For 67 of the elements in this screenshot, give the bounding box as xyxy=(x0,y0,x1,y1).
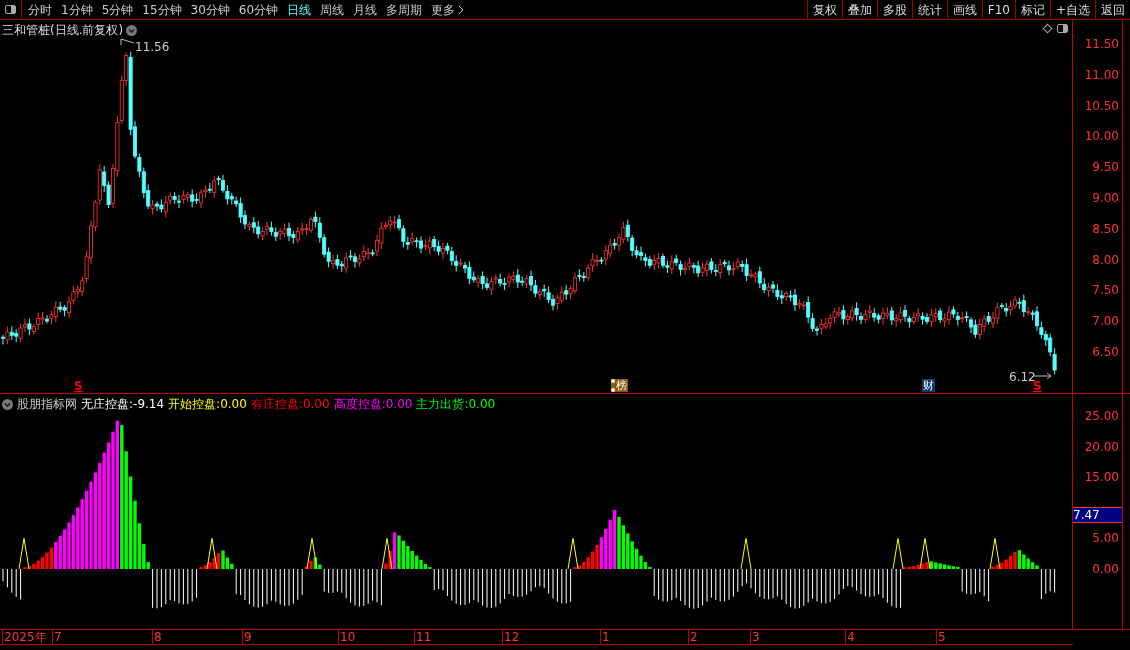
date-axis-label: 2 xyxy=(688,630,698,644)
toolbar-button[interactable]: F10 xyxy=(981,0,1015,19)
price-axis-label: 8.50 xyxy=(1092,222,1119,235)
price-axis-label: 11.00 xyxy=(1084,68,1119,81)
chevron-right-icon[interactable] xyxy=(458,4,465,15)
period-tab[interactable]: 30分钟 xyxy=(190,0,230,19)
toolbar-button[interactable]: 复权 xyxy=(806,0,842,19)
toolbar-button[interactable]: 统计 xyxy=(911,0,947,19)
price-axis-label: 10.50 xyxy=(1084,99,1119,112)
sell-signal-marker: S xyxy=(1033,380,1042,392)
indicator-value: 有庄控盘:0.00 xyxy=(250,396,330,413)
price-axis-label: 8.00 xyxy=(1092,253,1119,266)
date-axis-label: 8 xyxy=(152,630,162,644)
panel-toggle-icon[interactable] xyxy=(1057,24,1068,33)
date-axis-label: 10 xyxy=(338,630,356,644)
price-axis-label: 6.50 xyxy=(1092,346,1119,358)
period-tab[interactable]: 5分钟 xyxy=(101,0,134,19)
period-tab[interactable]: 15分钟 xyxy=(142,0,182,19)
date-axis-label: 7 xyxy=(52,630,62,644)
price-axis-label: 10.00 xyxy=(1084,130,1119,143)
toolbar-button[interactable]: 叠加 xyxy=(841,0,877,19)
toolbar-button[interactable]: 返回 xyxy=(1095,0,1130,19)
indicator-value: 主力出货:0.00 xyxy=(416,396,496,413)
indicator-axis-label: 20.00 xyxy=(1084,440,1119,453)
date-axis-label: 4 xyxy=(845,630,855,644)
price-axis-label: 9.00 xyxy=(1092,192,1119,204)
toolbar-button[interactable]: 标记 xyxy=(1014,0,1050,19)
toolbar-button[interactable]: 画线 xyxy=(946,0,982,19)
period-tab[interactable]: 1分钟 xyxy=(61,0,93,19)
toolbar-button[interactable]: +自选 xyxy=(1049,0,1095,19)
sell-signal-marker: S xyxy=(74,380,83,392)
price-axis-label: 7.50 xyxy=(1092,284,1119,297)
dropdown-icon[interactable] xyxy=(126,24,138,36)
period-tab[interactable]: 多周期 xyxy=(386,0,423,19)
indicator-axis-label: 0.00 xyxy=(1092,563,1119,575)
price-axis-label: 11.50 xyxy=(1084,38,1119,50)
cursor-value-label: 7.47 xyxy=(1073,507,1122,523)
indicator-value: 开始控盘:0.00 xyxy=(168,396,247,413)
period-tab[interactable]: 分时 xyxy=(28,0,52,19)
stock-title: 三和管桩(日线.前复权) xyxy=(2,22,124,39)
date-axis-label: 12 xyxy=(502,630,520,644)
period-tab[interactable]: 月线 xyxy=(353,0,378,19)
date-axis-label: 3 xyxy=(750,630,760,644)
ranking-badge[interactable]: 榜 xyxy=(611,379,628,392)
period-tab[interactable]: 周线 xyxy=(320,0,345,19)
arrow-icon xyxy=(1033,372,1053,380)
finance-badge[interactable]: 财 xyxy=(922,379,935,392)
price-axis-label: 7.00 xyxy=(1092,315,1119,328)
period-tab[interactable]: 日线 xyxy=(287,0,312,19)
indicator-axis-label: 15.00 xyxy=(1084,471,1119,484)
date-axis-label: 11 xyxy=(414,630,432,644)
indicator-name: 股朋指标网 xyxy=(17,396,77,413)
leader-line xyxy=(120,38,136,46)
indicator-value: 无庄控盘:-9.14 xyxy=(81,396,165,413)
period-tab[interactable]: 更多 xyxy=(431,0,456,19)
date-axis-label: 5 xyxy=(936,630,946,644)
high-price-label: 11.56 xyxy=(135,39,170,56)
date-axis-label: 1 xyxy=(600,630,610,644)
period-tab[interactable]: 60分钟 xyxy=(238,0,279,19)
toolbar-button[interactable]: 多股 xyxy=(876,0,912,19)
indicator-axis-label: 25.00 xyxy=(1084,410,1119,422)
date-axis-label: 9 xyxy=(242,630,252,644)
date-axis-label: 2025年 xyxy=(2,630,47,644)
indicator-value: 高度控盘:0.00 xyxy=(333,396,413,413)
indicator-axis-label: 5.00 xyxy=(1092,532,1119,545)
price-axis-label: 9.50 xyxy=(1092,161,1119,174)
dropdown-icon[interactable] xyxy=(2,398,13,410)
